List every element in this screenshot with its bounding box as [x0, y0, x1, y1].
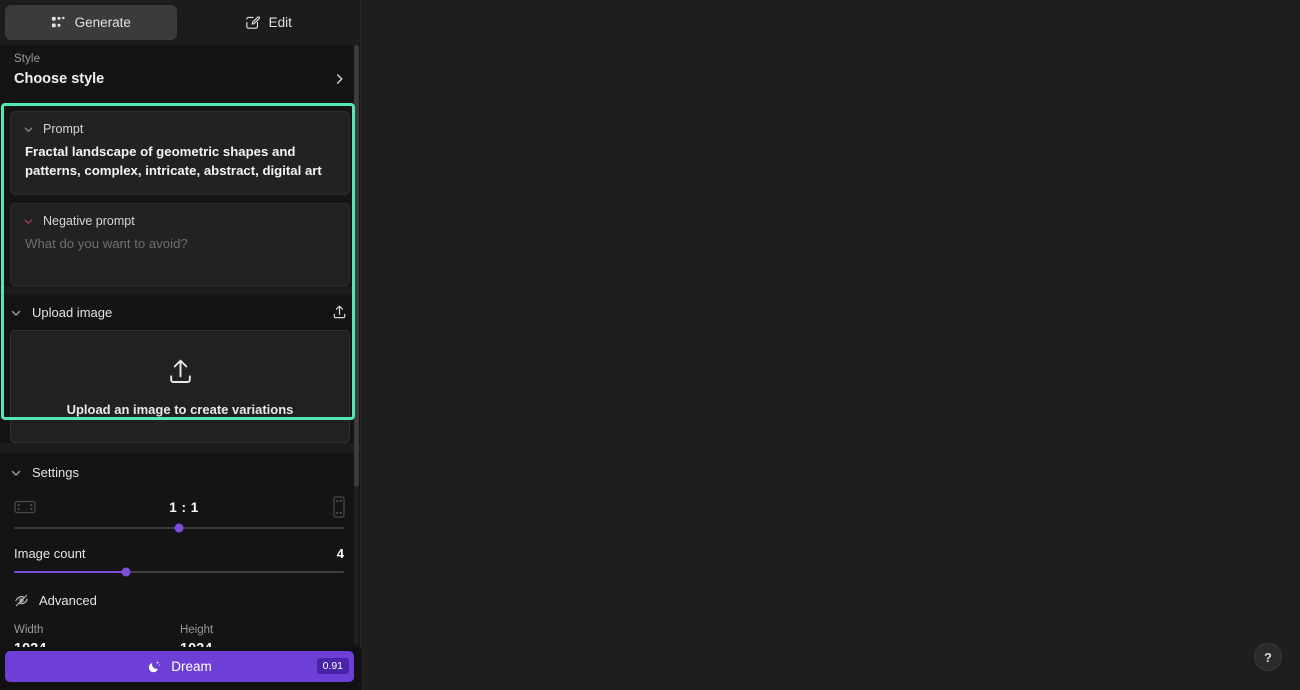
prompt-section: Prompt Fractal landscape of geometric sh… — [0, 103, 360, 286]
chevron-down-icon — [24, 218, 33, 224]
upload-icon[interactable] — [331, 304, 348, 321]
help-button[interactable]: ? — [1254, 643, 1282, 671]
panel-scrollbar-track[interactable] — [354, 45, 359, 645]
app-root: ? Generate Edit Style Choose style Promp… — [0, 0, 1300, 690]
aspect-ratio-value: 1 : 1 — [169, 499, 199, 515]
dream-button[interactable]: Dream 0.91 — [5, 650, 354, 682]
tab-generate-label: Generate — [74, 15, 131, 30]
aspect-ratio-row: 1 : 1 — [0, 490, 360, 518]
image-count-slider[interactable] — [0, 561, 360, 577]
image-count-row: Image count 4 — [0, 529, 360, 561]
upload-dropzone[interactable]: Upload an image to create variations — [10, 330, 350, 443]
style-value: Choose style — [14, 71, 105, 87]
tab-edit-label: Edit — [268, 15, 292, 30]
grid-icon — [51, 16, 65, 28]
aspect-ratio-slider[interactable] — [0, 518, 360, 533]
upload-section: Upload image Upload an image to create v… — [0, 294, 360, 443]
tab-generate[interactable]: Generate — [5, 5, 177, 40]
chevron-right-icon — [334, 72, 345, 91]
left-panel: Generate Edit Style Choose style Prompt … — [0, 0, 361, 690]
image-count-fill — [14, 571, 127, 573]
aspect-ratio-thumb[interactable] — [174, 523, 184, 533]
pencil-square-icon — [245, 16, 260, 29]
upload-icon — [169, 359, 191, 383]
advanced-row[interactable]: Advanced — [0, 573, 360, 608]
image-count-track[interactable] — [14, 567, 344, 577]
prompt-label: Prompt — [43, 122, 84, 136]
negative-prompt-card[interactable]: Negative prompt What do you want to avoi… — [10, 203, 350, 286]
canvas-area: ? — [361, 0, 1300, 690]
negative-prompt-input[interactable]: What do you want to avoid? — [11, 232, 349, 267]
chevron-down-icon — [11, 470, 21, 476]
panel-scrollbar-thumb[interactable] — [354, 45, 359, 487]
chevron-down-icon — [24, 126, 33, 132]
image-count-thumb[interactable] — [121, 567, 131, 577]
height-label: Height — [180, 624, 214, 636]
dream-button-label: Dream — [171, 658, 212, 674]
upload-header[interactable]: Upload image — [0, 294, 360, 330]
question-mark-icon: ? — [1264, 649, 1272, 665]
choose-style-row[interactable]: Style Choose style — [0, 45, 360, 103]
prompt-input[interactable]: Fractal landscape of geometric shapes an… — [11, 140, 349, 194]
aspect-ratio-track[interactable] — [14, 523, 344, 533]
upload-label: Upload image — [32, 305, 113, 320]
moon-sparkle-icon — [149, 661, 161, 672]
image-count-label: Image count — [14, 546, 86, 561]
portrait-frame-icon[interactable] — [332, 496, 346, 518]
settings-header[interactable]: Settings — [0, 453, 360, 490]
settings-label: Settings — [32, 465, 79, 480]
prompt-header[interactable]: Prompt — [11, 112, 349, 140]
eye-off-icon — [15, 594, 28, 607]
advanced-label: Advanced — [39, 593, 97, 608]
tab-edit[interactable]: Edit — [183, 5, 355, 40]
dream-bar: Dream 0.91 — [0, 647, 361, 690]
prompt-card[interactable]: Prompt Fractal landscape of geometric sh… — [10, 111, 350, 195]
dream-credits-badge: 0.91 — [316, 658, 349, 674]
style-label: Style — [14, 53, 41, 65]
negative-prompt-header[interactable]: Negative prompt — [11, 204, 349, 232]
image-count-value: 4 — [336, 546, 344, 561]
width-label: Width — [14, 624, 44, 636]
upload-dropzone-text: Upload an image to create variations — [66, 402, 294, 417]
settings-section: Settings 1 : 1 Image count 4 Advanced Wi… — [0, 453, 360, 657]
landscape-frame-icon[interactable] — [14, 499, 36, 515]
mode-tabs: Generate Edit — [0, 0, 360, 45]
negative-prompt-label: Negative prompt — [43, 214, 135, 228]
chevron-down-icon — [11, 310, 21, 316]
